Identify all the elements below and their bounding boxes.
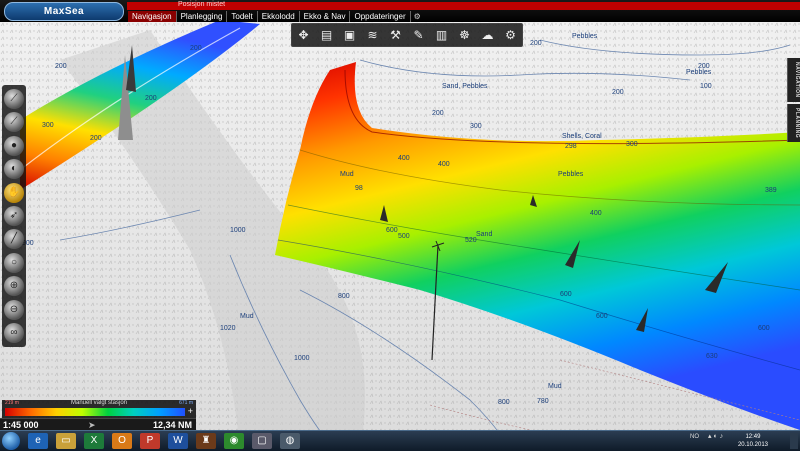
depth-label: 400 xyxy=(590,210,602,217)
folder-icon[interactable]: ▭ xyxy=(56,433,76,449)
tab-planlegging[interactable]: Planlegging xyxy=(177,11,228,22)
side-tab-planning[interactable]: PLANNING xyxy=(787,104,800,142)
sphere-flat-icon[interactable]: ◐ xyxy=(4,159,24,180)
ruler-icon[interactable]: ⟋ xyxy=(4,89,24,109)
sailor-icon[interactable]: ☸ xyxy=(456,26,474,44)
depth-label: 389 xyxy=(765,187,777,194)
map-toolbar: ✥ ▤ ▣ ≋ ⚒ ✎ ▥ ☸ ☁ ⚙ xyxy=(291,23,523,47)
chrome-icon[interactable]: ◉ xyxy=(224,433,244,449)
depth-label: 630 xyxy=(706,353,718,360)
depth-label: 600 xyxy=(596,313,608,320)
compass-icon[interactable]: ✥ xyxy=(295,26,313,44)
depth-label: 300 xyxy=(626,141,638,148)
sphere-icon[interactable]: ● xyxy=(4,135,24,156)
3d-bathymetry-map[interactable]: 200 200 200 200 200 200 200 200 300 300 … xyxy=(0,0,800,450)
seabed-label: Mud xyxy=(240,313,254,320)
line-icon[interactable]: ╱ xyxy=(4,229,24,250)
depth-mark: 98 xyxy=(355,185,363,192)
depth-label: 100 xyxy=(700,83,712,90)
compass-arrow-icon[interactable]: ➶ xyxy=(4,205,24,226)
seabed-label: Pebbles xyxy=(686,69,712,76)
system-clock[interactable]: 12:49 20.10.2013 xyxy=(738,433,768,449)
pencil-icon[interactable]: ✎ xyxy=(410,26,428,44)
depth-label: 1000 xyxy=(294,355,310,362)
depth-label: 1000 xyxy=(230,227,246,234)
word-icon[interactable]: W xyxy=(168,433,188,449)
depth-label: 200 xyxy=(612,89,624,96)
start-button[interactable] xyxy=(2,432,20,450)
seabed-label: Pebbles xyxy=(572,33,598,40)
depth-label: 200 xyxy=(190,45,202,52)
depth-label: 600 xyxy=(758,325,770,332)
brush-icon[interactable]: ⟋ xyxy=(4,112,24,133)
seabed-label: Pebbles xyxy=(558,171,584,178)
circle-icon[interactable]: ○ xyxy=(4,252,24,273)
outlook-icon[interactable]: O xyxy=(112,433,132,449)
app-logo[interactable]: MaxSea xyxy=(4,2,124,21)
legend-title: Manuell valgt stasjon xyxy=(70,400,128,406)
seabed-label: Sand, Pebbles xyxy=(442,83,488,90)
depth-label: 200 xyxy=(145,95,157,102)
gear-icon[interactable]: ⚙ xyxy=(411,11,421,22)
clock-date: 20.10.2013 xyxy=(737,442,768,448)
depth-label: 780 xyxy=(537,398,549,405)
book-icon[interactable]: ▥ xyxy=(433,26,451,44)
tab-ekko-nav[interactable]: Ekko & Nav xyxy=(300,11,351,22)
clock-time: 12:49 xyxy=(745,434,761,440)
camera-icon[interactable]: ◍ xyxy=(280,433,300,449)
tools-icon[interactable]: ⚒ xyxy=(387,26,405,44)
depth-color-legend: 219 m Manuell valgt stasjon 671 m + xyxy=(2,400,196,418)
depth-label: 200 xyxy=(530,40,542,47)
side-tab-navigation[interactable]: NAVIGATION xyxy=(787,58,800,102)
depth-label: 200 xyxy=(90,135,102,142)
depth-label: 500 xyxy=(398,233,410,240)
game-icon[interactable]: ♜ xyxy=(196,433,216,449)
depth-label: 300 xyxy=(42,122,54,129)
seabed-label: Mud xyxy=(548,383,562,390)
seabed-label: Shells, Coral xyxy=(562,133,602,140)
windows-taskbar: e ▭ X O P W ♜ ◉ ▢ ◍ NO ▴ ◐ ♪ 12:49 20.10… xyxy=(0,430,800,451)
depth-label: 1020 xyxy=(220,325,236,332)
tab-todelt[interactable]: Todelt xyxy=(227,11,258,22)
status-strip xyxy=(127,2,800,10)
zoom-out-icon[interactable]: ⊖ xyxy=(4,299,24,320)
legend-color-bar xyxy=(5,408,185,416)
tab-oppdateringer[interactable]: Oppdateringer xyxy=(350,11,411,22)
depth-mark: 298 xyxy=(565,143,577,150)
tray-icons[interactable]: ▴ ◐ ♪ xyxy=(708,433,723,441)
depth-label: 600 xyxy=(386,227,398,234)
legend-expand-button[interactable]: + xyxy=(188,406,193,416)
weather-icon[interactable]: ☁ xyxy=(479,26,497,44)
depth-label: 200 xyxy=(55,63,67,70)
ie-icon[interactable]: e xyxy=(28,433,48,449)
main-menu: Navigasjon Planlegging Todelt Ekkolodd E… xyxy=(128,11,421,22)
left-toolbar: ⟋ ⟋ ● ◐ ✋ ➶ ╱ ○ ⊕ ⊖ ∞ xyxy=(2,85,26,347)
depth-label: 800 xyxy=(498,399,510,406)
show-desktop-button[interactable] xyxy=(790,433,798,449)
language-indicator[interactable]: NO xyxy=(690,433,699,441)
position-alert: Posisjon mistet xyxy=(178,1,226,8)
depth-label: 800 xyxy=(338,293,350,300)
binoculars-icon[interactable]: ∞ xyxy=(4,322,24,343)
layers-icon[interactable]: ≋ xyxy=(364,26,382,44)
tab-navigasjon[interactable]: Navigasjon xyxy=(128,11,177,22)
excel-icon[interactable]: X xyxy=(84,433,104,449)
seabed-label: Mud xyxy=(340,171,354,178)
window-icon[interactable]: ▢ xyxy=(252,433,272,449)
settings-icon[interactable]: ⚙ xyxy=(502,26,520,44)
depth-label: 600 xyxy=(560,291,572,298)
tab-ekkolodd[interactable]: Ekkolodd xyxy=(258,11,300,22)
depth-label: 520 xyxy=(465,237,477,244)
depth-label: 400 xyxy=(398,155,410,162)
depth-label: 400 xyxy=(438,161,450,168)
seabed-label: Sand xyxy=(476,231,492,238)
depth-label: 200 xyxy=(432,110,444,117)
powerpoint-icon[interactable]: P xyxy=(140,433,160,449)
top-bar: MaxSea Posisjon mistet Navigasjon Planle… xyxy=(0,0,800,22)
zoom-icon[interactable]: ⊕ xyxy=(4,276,24,297)
depth-label: 300 xyxy=(470,123,482,130)
hand-icon[interactable]: ✋ xyxy=(4,182,24,203)
display-icon[interactable]: ▣ xyxy=(341,26,359,44)
chart-3d-icon[interactable]: ▤ xyxy=(318,26,336,44)
